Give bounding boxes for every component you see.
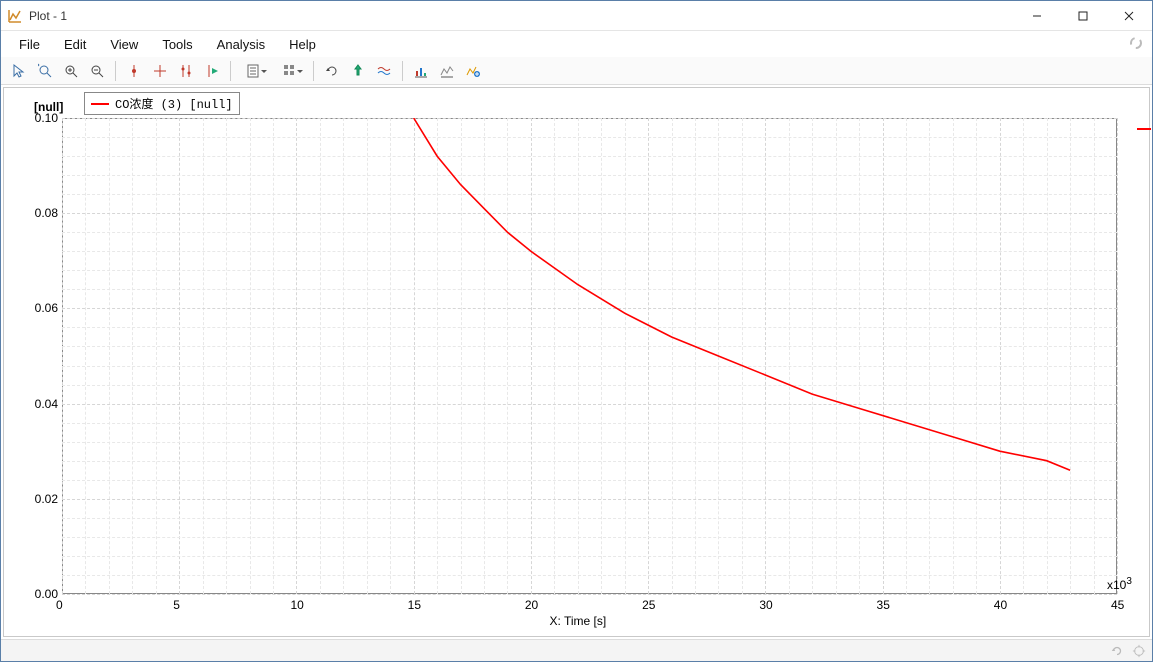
app-icon [7, 8, 23, 24]
zoom-out-button[interactable] [85, 59, 109, 83]
status-refresh-icon[interactable] [1110, 644, 1124, 658]
properties-list-button[interactable] [237, 59, 271, 83]
pin-button[interactable] [346, 59, 370, 83]
legend[interactable]: CO浓度 (3) [null] [84, 92, 240, 115]
spinner-icon [1128, 35, 1144, 51]
chart-stats-button[interactable] [435, 59, 459, 83]
menubar: File Edit View Tools Analysis Help [1, 31, 1152, 57]
menu-analysis[interactable]: Analysis [205, 33, 277, 56]
menu-edit[interactable]: Edit [52, 33, 98, 56]
menu-help[interactable]: Help [277, 33, 328, 56]
toolbar-separator [115, 61, 116, 81]
minimize-button[interactable] [1014, 1, 1060, 31]
toolbar-separator [313, 61, 314, 81]
status-target-icon[interactable] [1132, 644, 1146, 658]
legend-label: CO浓度 (3) [null] [115, 95, 233, 112]
cursor-tool-button[interactable] [7, 59, 31, 83]
refresh-button[interactable] [320, 59, 344, 83]
zoom-in-button[interactable] [59, 59, 83, 83]
maximize-button[interactable] [1060, 1, 1106, 31]
titlebar: Plot - 1 [1, 1, 1152, 31]
menu-file[interactable]: File [7, 33, 52, 56]
chart-add-button[interactable] [461, 59, 485, 83]
chart-container[interactable]: CO浓度 (3) [null] [null] 05101520253035404… [3, 87, 1150, 637]
toolbar-separator [230, 61, 231, 81]
marker-play-button[interactable] [200, 59, 224, 83]
app-window: Plot - 1 File Edit View Tools Analysis H… [0, 0, 1153, 662]
series-line [4, 88, 1147, 636]
layers-button[interactable] [372, 59, 396, 83]
close-button[interactable] [1106, 1, 1152, 31]
menu-tools[interactable]: Tools [150, 33, 204, 56]
menu-view[interactable]: View [98, 33, 150, 56]
legend-swatch [91, 103, 109, 105]
toolbar [1, 57, 1152, 85]
content-area: CO浓度 (3) [null] [null] 05101520253035404… [1, 85, 1152, 639]
marker-single-button[interactable] [122, 59, 146, 83]
toolbar-separator [402, 61, 403, 81]
window-title: Plot - 1 [29, 9, 67, 23]
statusbar [1, 639, 1152, 661]
marker-multi-button[interactable] [174, 59, 198, 83]
chart-bar-button[interactable] [409, 59, 433, 83]
zoom-area-button[interactable] [33, 59, 57, 83]
marker-cross-button[interactable] [148, 59, 172, 83]
grid-menu-button[interactable] [273, 59, 307, 83]
